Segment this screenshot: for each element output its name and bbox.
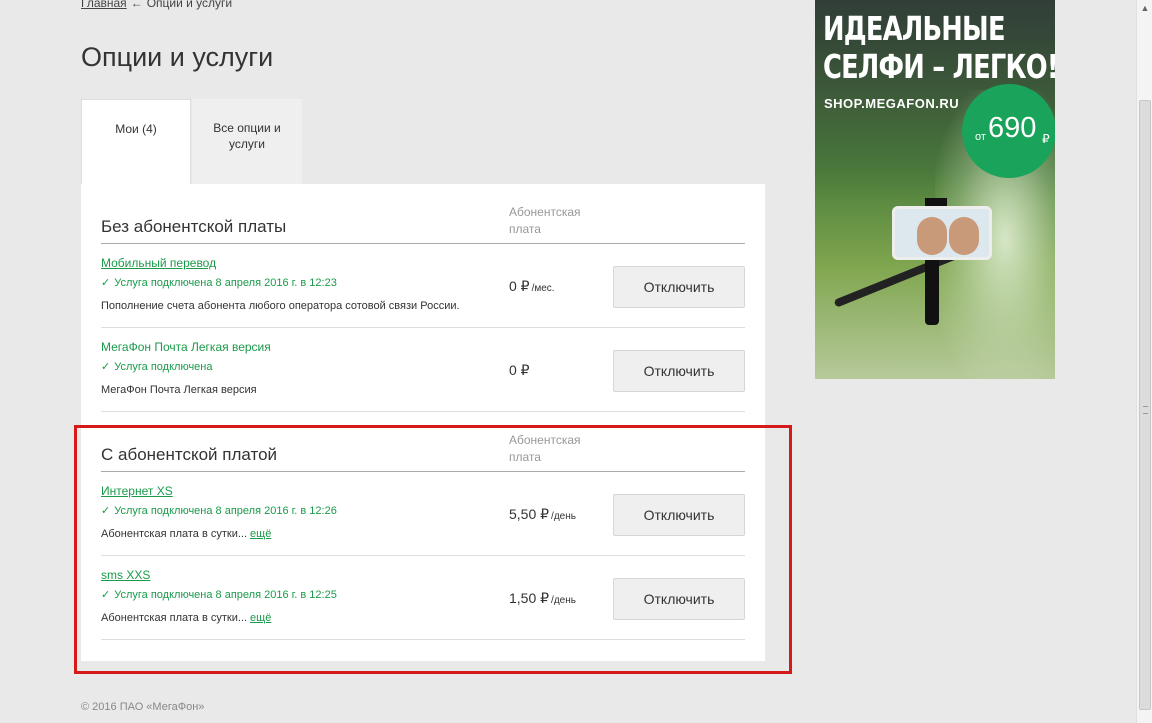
service-status-text: Услуга подключена 8 апреля 2016 г. в 12:… — [114, 589, 337, 601]
ad-price-from: от — [975, 131, 986, 143]
breadcrumb-current: Опции и услуги — [146, 0, 233, 10]
service-status: ✓ Услуга подключена 8 апреля 2016 г. в 12… — [101, 504, 337, 517]
breadcrumb: Главная ← Опции и услуги — [81, 0, 232, 10]
service-status-text: Услуга подключена 8 апреля 2016 г. в 12:… — [114, 277, 337, 289]
ad-price-currency: ₽ — [1042, 132, 1050, 146]
service-status: ✓ Услуга подключена — [101, 360, 213, 373]
ad-price-badge: от 690 ₽ — [962, 84, 1055, 178]
service-status-text: Услуга подключена — [114, 361, 213, 373]
section-title: С абонентской платой — [101, 445, 278, 464]
ad-headline-line-1: ИДЕАЛЬНЫЕ — [823, 9, 1006, 48]
service-description: Пополнение счета абонента любого операто… — [101, 300, 460, 312]
vertical-scrollbar[interactable]: ▲ — [1136, 0, 1152, 723]
service-description: Абонентская плата в сутки... ещё — [101, 528, 271, 540]
disconnect-button[interactable]: Отключить — [613, 350, 745, 392]
service-price: 0 ₽/мес. — [509, 278, 555, 295]
price-unit: /день — [551, 511, 576, 522]
service-price: 0 ₽ — [509, 362, 532, 379]
more-link[interactable]: ещё — [250, 612, 271, 624]
service-price: 1,50 ₽/день — [509, 590, 576, 607]
service-row: Интернет XS ✓ Услуга подключена 8 апреля … — [101, 472, 745, 556]
service-status: ✓ Услуга подключена 8 апреля 2016 г. в 12… — [101, 276, 337, 289]
selfie-face — [949, 217, 979, 255]
more-link[interactable]: ещё — [250, 528, 271, 540]
ad-price-amount: 690 — [988, 112, 1037, 144]
fee-column-header: Абонентская плата — [509, 433, 581, 464]
scroll-up-arrow-icon[interactable]: ▲ — [1137, 0, 1152, 16]
check-icon: ✓ — [101, 589, 111, 601]
ad-url: SHOP.MEGAFON.RU — [824, 96, 960, 111]
description-text: Абонентская плата в сутки... — [101, 612, 248, 624]
service-row: Мобильный перевод ✓ Услуга подключена 8 а… — [101, 244, 745, 328]
price-value: 0 ₽ — [509, 278, 530, 294]
footer-copyright: © 2016 ПАО «МегаФон» — [81, 701, 205, 713]
price-value: 1,50 ₽ — [509, 590, 550, 606]
check-icon: ✓ — [101, 277, 111, 289]
scrollbar-thumb[interactable] — [1139, 100, 1151, 710]
service-price: 5,50 ₽/день — [509, 506, 576, 523]
price-unit: /мес. — [531, 283, 555, 294]
check-icon: ✓ — [101, 505, 111, 517]
service-name-link[interactable]: Мобильный перевод — [101, 256, 216, 270]
section-header-with-fee: С абонентской платой Абонентская плата — [101, 412, 745, 472]
phone-illustration — [892, 206, 992, 260]
breadcrumb-home-link[interactable]: Главная — [81, 0, 127, 10]
page-title: Опции и услуги — [81, 42, 274, 72]
price-unit: /день — [551, 595, 576, 606]
ad-headline: ИДЕАЛЬНЫЕ СЕЛФИ – ЛЕГКО! — [823, 10, 1055, 86]
services-panel: Без абонентской платы Абонентская плата … — [81, 184, 765, 661]
service-description: Абонентская плата в сутки... ещё — [101, 612, 271, 624]
description-text: Абонентская плата в сутки... — [101, 528, 248, 540]
disconnect-button[interactable]: Отключить — [613, 494, 745, 536]
service-status-text: Услуга подключена 8 апреля 2016 г. в 12:… — [114, 505, 337, 517]
fee-column-header: Абонентская плата — [509, 205, 581, 236]
section-title: Без абонентской платы — [101, 217, 287, 236]
service-name-link[interactable]: Интернет XS — [101, 484, 173, 498]
section-header-no-fee: Без абонентской платы Абонентская плата — [101, 184, 745, 244]
price-value: 5,50 ₽ — [509, 506, 550, 522]
check-icon: ✓ — [101, 361, 111, 373]
service-row: sms XXS ✓ Услуга подключена 8 апреля 2016… — [101, 556, 745, 640]
selfie-stick-handle — [925, 255, 939, 325]
service-row: МегаФон Почта Легкая версия ✓ Услуга подк… — [101, 328, 745, 412]
tab-all-services[interactable]: Все опции и услуги — [192, 99, 302, 185]
breadcrumb-arrow-icon: ← — [130, 0, 143, 10]
selfie-face — [917, 217, 947, 255]
ad-banner[interactable]: ИДЕАЛЬНЫЕ СЕЛФИ – ЛЕГКО! SHOP.MEGAFON.RU… — [815, 0, 1055, 379]
service-name-link[interactable]: sms XXS — [101, 568, 150, 582]
service-description: МегаФон Почта Легкая версия — [101, 384, 257, 396]
service-name-link[interactable]: МегаФон Почта Легкая версия — [101, 340, 271, 354]
tab-my-services[interactable]: Мои (4) — [81, 99, 191, 185]
service-status: ✓ Услуга подключена 8 апреля 2016 г. в 12… — [101, 588, 337, 601]
disconnect-button[interactable]: Отключить — [613, 578, 745, 620]
disconnect-button[interactable]: Отключить — [613, 266, 745, 308]
price-value: 0 ₽ — [509, 362, 530, 378]
ad-headline-line-2: СЕЛФИ – ЛЕГКО! — [823, 47, 1055, 86]
scrollbar-grip — [1143, 406, 1148, 414]
